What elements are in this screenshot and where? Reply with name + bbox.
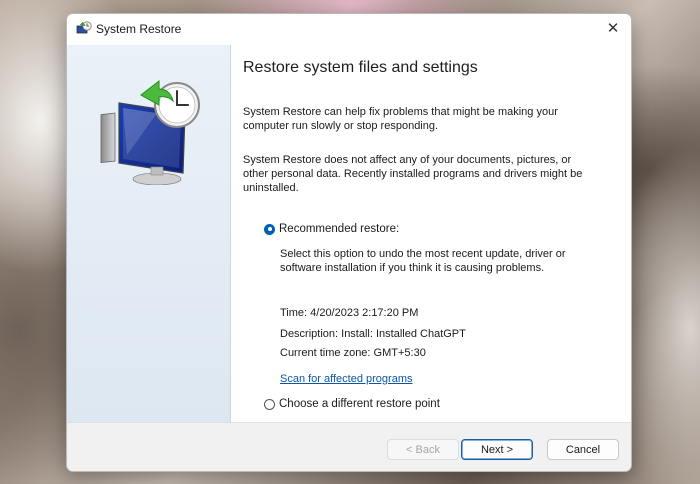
title-bar[interactable]: System Restore ✕ <box>67 14 631 45</box>
recommended-restore-label[interactable]: Recommended restore: <box>279 223 399 235</box>
different-restore-point-label[interactable]: Choose a different restore point <box>279 398 440 410</box>
button-bar: < Back Next > Cancel <box>67 422 631 471</box>
system-restore-icon <box>76 21 92 34</box>
recommended-restore-option[interactable]: Recommended restore: <box>264 223 399 235</box>
intro-text: System Restore can help fix problems tha… <box>243 106 558 132</box>
restore-time: Time: 4/20/2023 2:17:20 PM <box>280 307 419 319</box>
window-title: System Restore <box>96 22 182 36</box>
page-title: Restore system files and settings <box>243 59 478 76</box>
current-timezone: Current time zone: GMT+5:30 <box>280 347 426 359</box>
restore-description: Description: Install: Installed ChatGPT <box>280 328 466 340</box>
scan-affected-programs-link[interactable]: Scan for affected programs <box>280 373 412 385</box>
recommended-restore-description: Select this option to undo the most rece… <box>280 248 566 274</box>
close-icon: ✕ <box>606 20 620 37</box>
cancel-button[interactable]: Cancel <box>547 439 619 460</box>
different-restore-point-option[interactable]: Choose a different restore point <box>264 398 440 410</box>
different-restore-point-radio[interactable] <box>264 398 275 410</box>
data-safety-text: System Restore does not affect any of yo… <box>243 154 583 194</box>
side-panel <box>67 45 231 422</box>
close-button[interactable]: ✕ <box>595 14 631 42</box>
system-restore-dialog: System Restore ✕ Restore system files an… <box>66 13 632 472</box>
system-restore-illustration-icon <box>100 79 200 185</box>
recommended-restore-radio[interactable] <box>264 223 275 235</box>
back-button[interactable]: < Back <box>387 439 459 460</box>
next-button[interactable]: Next > <box>461 439 533 460</box>
